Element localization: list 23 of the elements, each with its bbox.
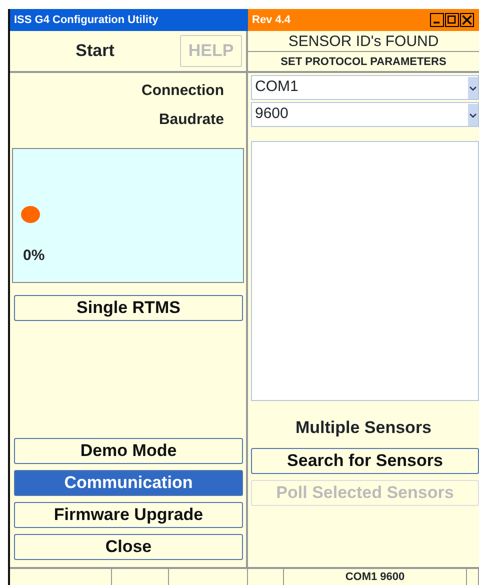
sensor-ids-heading: SENSOR ID's FOUND <box>248 31 479 52</box>
start-label: Start <box>74 40 116 62</box>
dropdown-field[interactable]: 9600 <box>251 102 479 127</box>
sensor-action-button[interactable]: Search for Sensors <box>251 448 479 474</box>
field-label: Connection <box>142 81 224 102</box>
maximize-icon[interactable] <box>445 13 459 27</box>
field-label: Baudrate <box>158 110 224 130</box>
caret-icon[interactable] <box>468 76 478 98</box>
minimize-icon[interactable] <box>430 13 444 27</box>
menu-button[interactable]: Close <box>14 534 243 560</box>
window-title: ISS G4 Configuration Utility <box>10 9 248 31</box>
menu-button[interactable]: Firmware Upgrade <box>14 502 243 528</box>
close-icon[interactable] <box>460 13 474 27</box>
menu-button[interactable]: Communication <box>14 470 243 496</box>
multiple-sensors-label: Multiple Sensors <box>294 417 433 439</box>
menu-button[interactable]: Demo Mode <box>14 438 243 464</box>
dropdown-field[interactable]: COM1 <box>251 75 479 100</box>
single-rtms-button[interactable]: Single RTMS <box>14 295 243 321</box>
protocol-subheading: SET PROTOCOL PARAMETERS <box>248 52 479 73</box>
revision-label: Rev 4.4 <box>252 12 292 28</box>
status-text: COM1 9600 <box>284 569 467 585</box>
percent-text: 0% <box>23 246 45 266</box>
caret-icon[interactable] <box>468 104 478 126</box>
